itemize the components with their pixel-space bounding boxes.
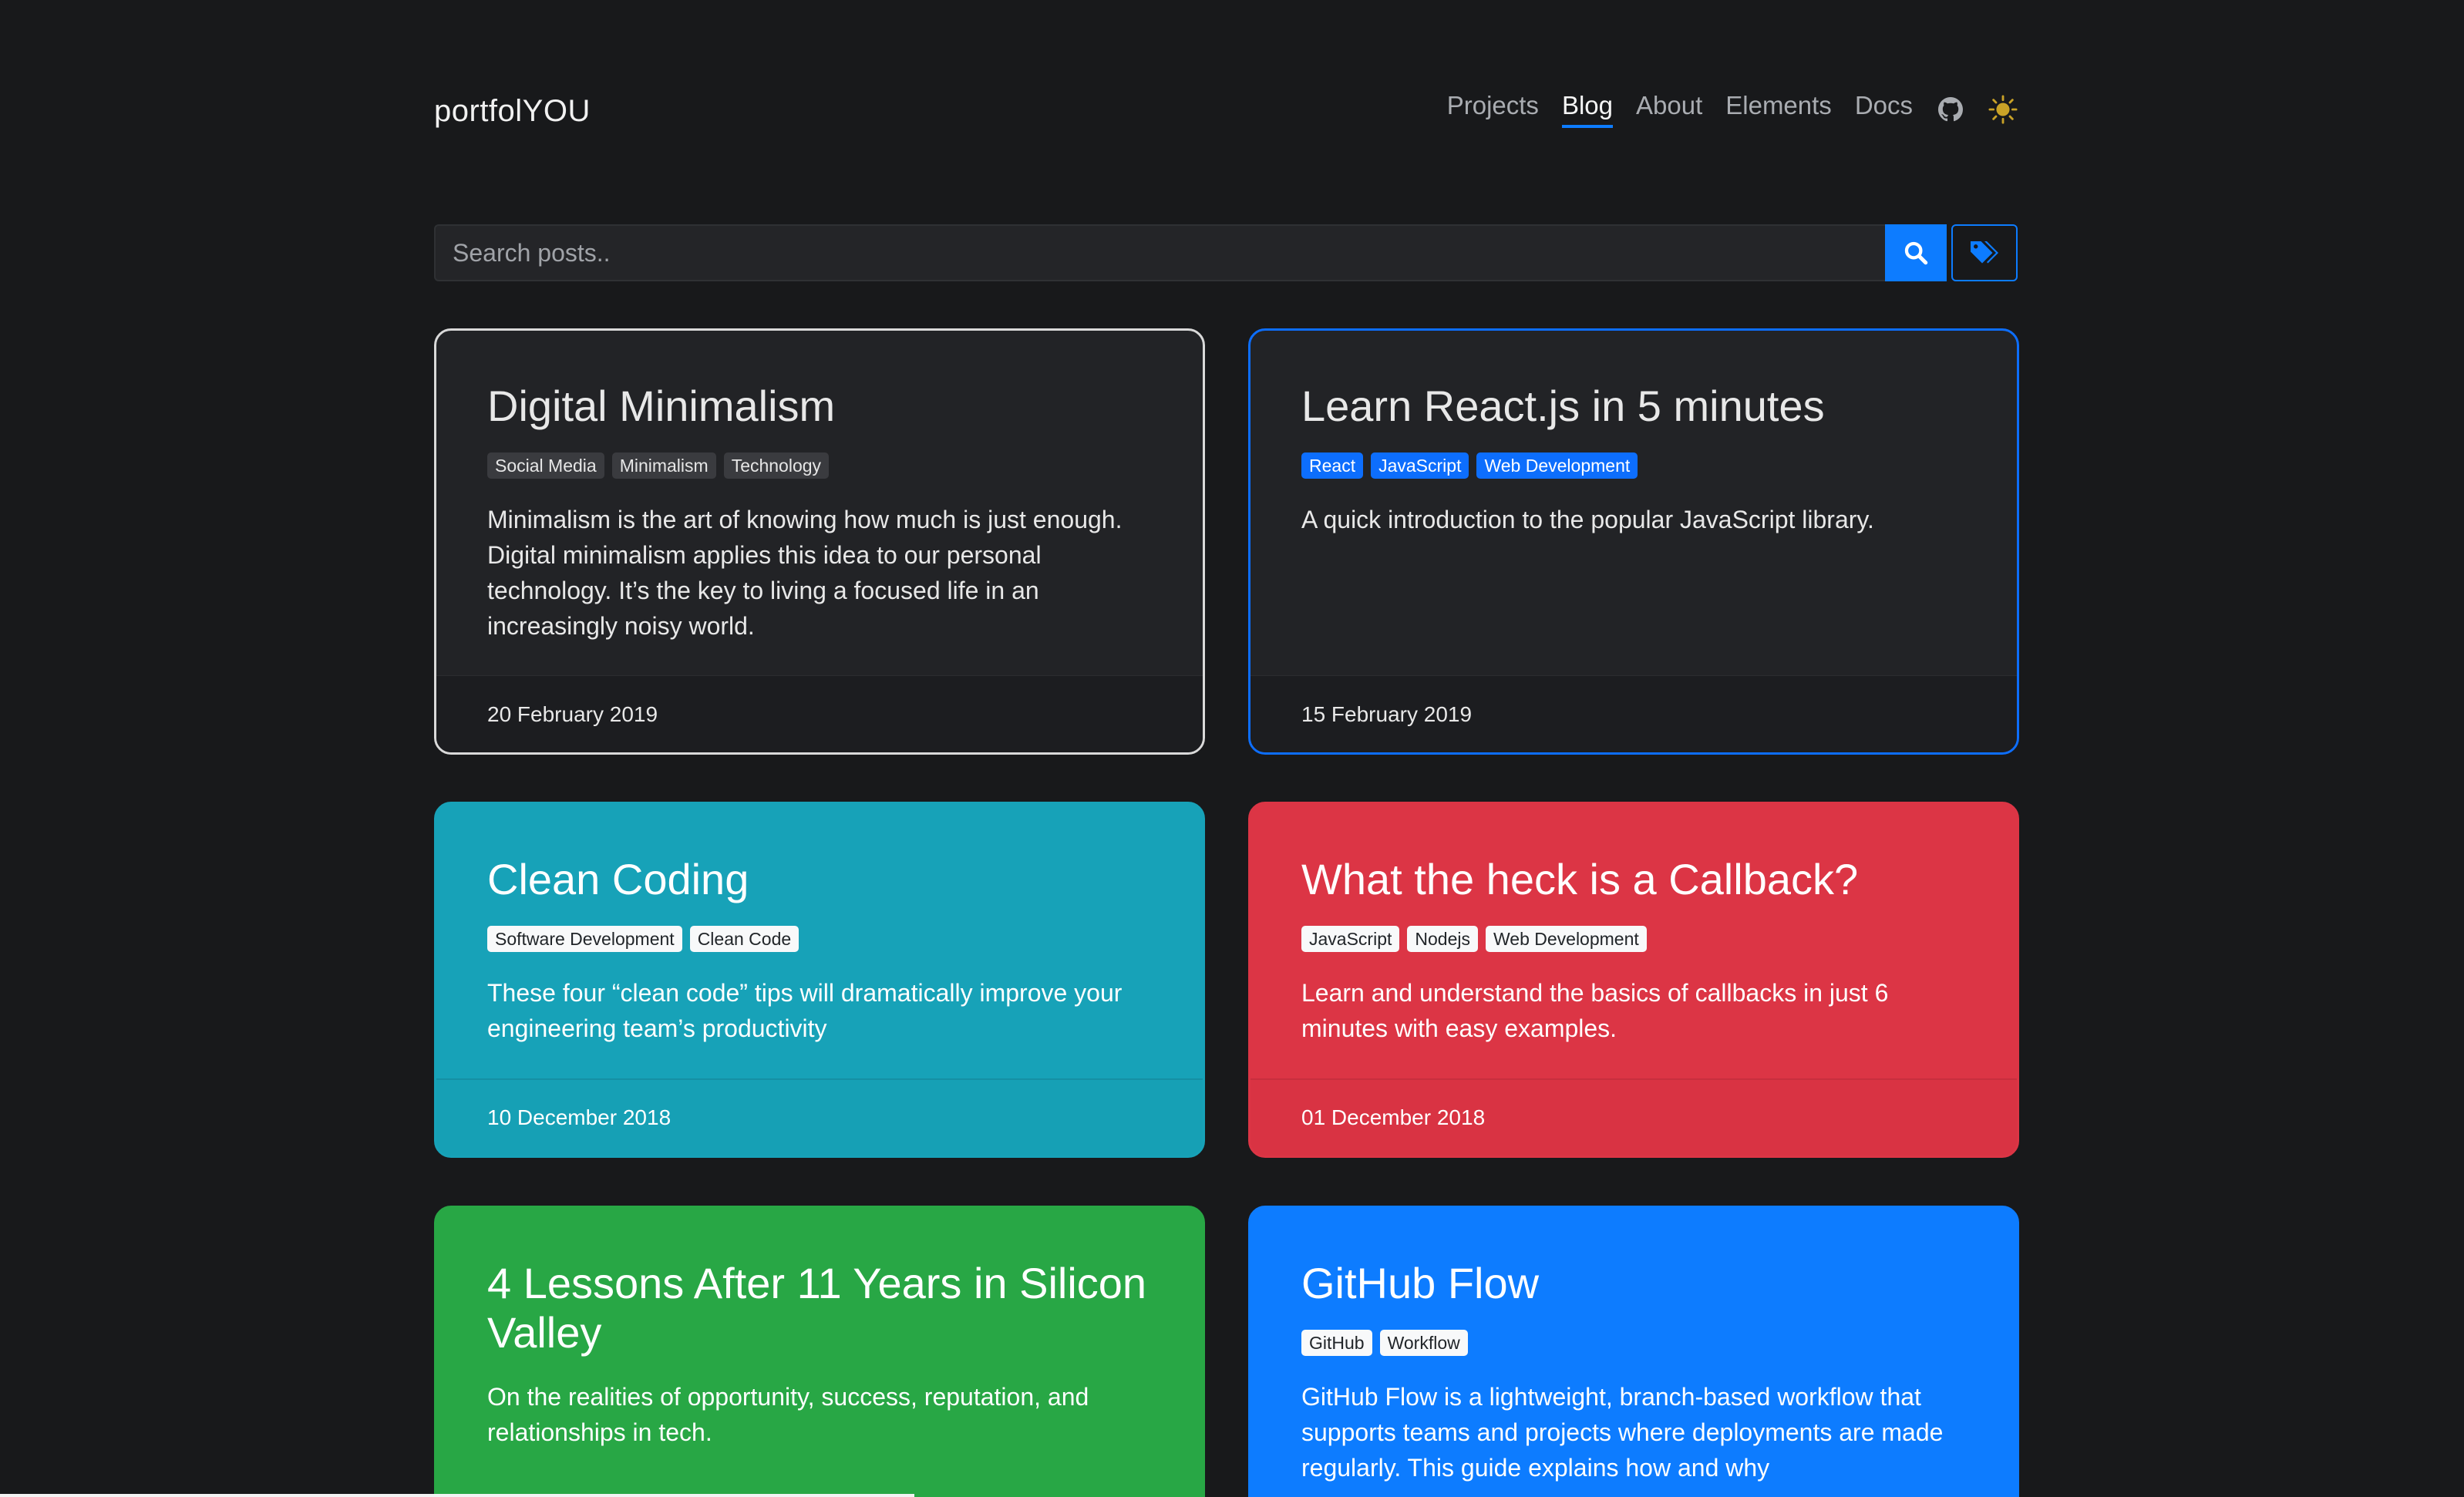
card-body: 4 Lessons After 11 Years in Silicon Vall… [436, 1208, 1203, 1450]
card-body: Digital Minimalism Social Media Minimali… [436, 331, 1203, 644]
tag-list: React JavaScript Web Development [1301, 452, 1966, 479]
brand-logo[interactable]: portfolYOU [434, 94, 591, 129]
post-card[interactable]: GitHub Flow GitHub Workflow GitHub Flow … [1248, 1206, 2019, 1497]
post-card[interactable]: Learn React.js in 5 minutes React JavaSc… [1248, 328, 2019, 755]
nav-projects[interactable]: Projects [1447, 91, 1539, 128]
tag-list: Social Media Minimalism Technology [487, 452, 1152, 479]
blog-page: portfolYOU Projects Blog About Elements … [0, 0, 2464, 1497]
tag-badge[interactable]: Clean Code [689, 926, 799, 952]
tag-badge[interactable]: JavaScript [1301, 926, 1400, 952]
card-body: Learn React.js in 5 minutes React JavaSc… [1251, 331, 2017, 537]
post-date: 20 February 2019 [487, 701, 658, 726]
post-card[interactable]: Clean Coding Software Development Clean … [434, 802, 1205, 1158]
main-nav: Projects Blog About Elements Docs [1424, 91, 2018, 128]
card-footer: 20 February 2019 [436, 675, 1203, 752]
post-excerpt: On the realities of opportunity, success… [487, 1383, 1089, 1446]
post-title[interactable]: Digital Minimalism [487, 382, 1152, 431]
tag-badge[interactable]: JavaScript [1371, 452, 1469, 479]
post-title[interactable]: 4 Lessons After 11 Years in Silicon Vall… [487, 1259, 1152, 1357]
search-icon [1904, 241, 1928, 265]
nav-about[interactable]: About [1636, 91, 1702, 128]
progress-line [0, 1494, 914, 1497]
tag-badge[interactable]: Software Development [487, 926, 682, 952]
post-card[interactable]: Digital Minimalism Social Media Minimali… [434, 328, 1205, 755]
nav-elements[interactable]: Elements [1725, 91, 1832, 128]
nav-docs[interactable]: Docs [1855, 91, 1913, 128]
post-title[interactable]: GitHub Flow [1301, 1259, 1966, 1308]
sun-icon[interactable] [1988, 95, 2018, 124]
tag-list: Software Development Clean Code [487, 926, 1152, 952]
tags-icon [1971, 241, 1998, 264]
tag-badge[interactable]: Technology [723, 452, 830, 479]
search-bar [434, 224, 2018, 281]
card-body: Clean Coding Software Development Clean … [436, 804, 1203, 1046]
post-title[interactable]: Clean Coding [487, 855, 1152, 904]
card-footer: 15 February 2019 [1251, 675, 2017, 752]
post-excerpt: A quick introduction to the popular Java… [1301, 506, 1874, 533]
post-excerpt: GitHub Flow is a lightweight, branch-bas… [1301, 1383, 1944, 1482]
tag-list: GitHub Workflow [1301, 1330, 1966, 1356]
post-card[interactable]: What the heck is a Callback? JavaScript … [1248, 802, 2019, 1158]
tag-badge[interactable]: Nodejs [1407, 926, 1478, 952]
nav-blog[interactable]: Blog [1561, 91, 1613, 128]
tags-button[interactable] [1951, 224, 2018, 281]
tag-badge[interactable]: React [1301, 452, 1364, 479]
post-excerpt: Minimalism is the art of knowing how muc… [487, 506, 1123, 640]
post-date: 15 February 2019 [1301, 701, 1473, 726]
search-button[interactable] [1885, 224, 1947, 281]
tag-badge[interactable]: Minimalism [611, 452, 716, 479]
search-input[interactable] [434, 224, 1885, 281]
post-title[interactable]: Learn React.js in 5 minutes [1301, 382, 1966, 431]
main-container: portfolYOU Projects Blog About Elements … [434, 0, 2019, 1497]
post-date: 10 December 2018 [487, 1105, 672, 1129]
tag-badge[interactable]: Web Development [1476, 452, 1638, 479]
post-excerpt: Learn and understand the basics of callb… [1301, 979, 1889, 1042]
post-date: 01 December 2018 [1301, 1105, 1486, 1129]
tag-badge[interactable]: GitHub [1301, 1330, 1372, 1356]
card-footer: 01 December 2018 [1251, 1078, 2017, 1156]
site-header: portfolYOU Projects Blog About Elements … [434, 0, 2018, 177]
card-footer: 10 December 2018 [436, 1078, 1203, 1156]
card-body: GitHub Flow GitHub Workflow GitHub Flow … [1251, 1208, 2017, 1485]
post-card[interactable]: 4 Lessons After 11 Years in Silicon Vall… [434, 1206, 1205, 1497]
post-title[interactable]: What the heck is a Callback? [1301, 855, 1966, 904]
tag-badge[interactable]: Web Development [1485, 926, 1647, 952]
tag-badge[interactable]: Social Media [487, 452, 604, 479]
tag-list: JavaScript Nodejs Web Development [1301, 926, 1966, 952]
post-excerpt: These four “clean code” tips will dramat… [487, 979, 1123, 1042]
tag-badge[interactable]: Workflow [1379, 1330, 1468, 1356]
card-body: What the heck is a Callback? JavaScript … [1251, 804, 2017, 1046]
github-icon[interactable] [1936, 95, 1965, 124]
